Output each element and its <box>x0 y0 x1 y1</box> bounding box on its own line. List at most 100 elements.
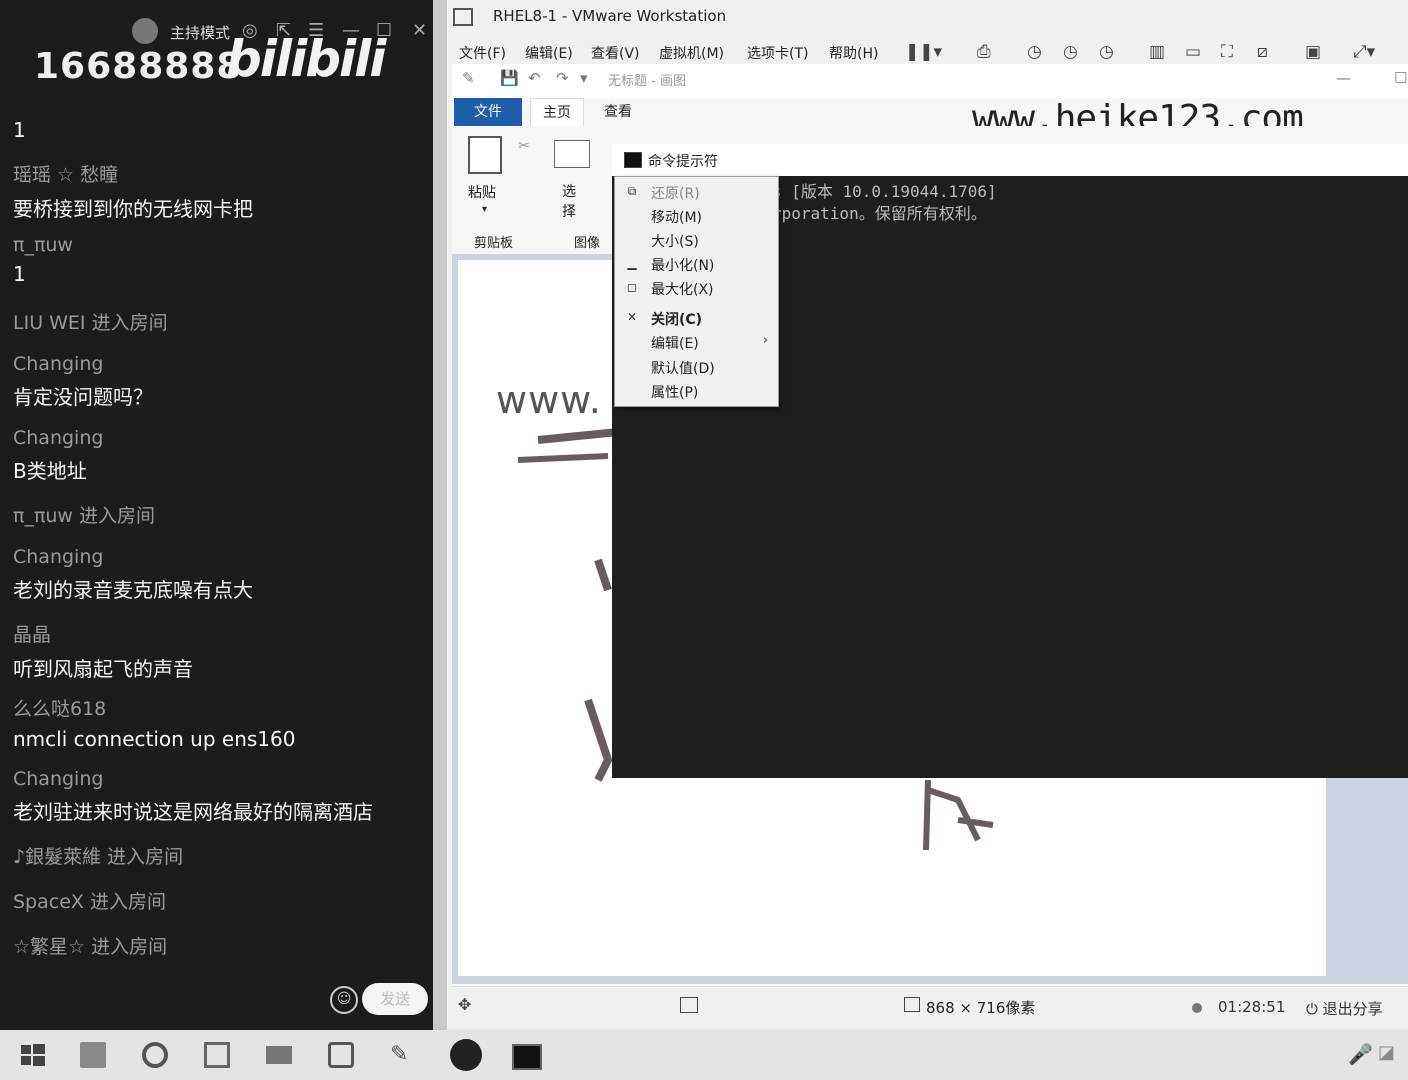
message-user[interactable]: Changing <box>13 546 253 568</box>
system-context-menu: ⧉ 还原(R) 移动(M) 大小(S) ▁ 最小化(N) ◻ 最大化(X) ✕ … <box>614 176 779 407</box>
send-keys-icon[interactable]: ⎙ <box>977 42 991 62</box>
tab-home[interactable]: 主页 <box>530 98 584 127</box>
emoji-icon[interactable]: ☺ <box>330 986 358 1014</box>
paste-icon[interactable] <box>468 136 502 174</box>
chat-message: Changing 老刘驻进来时说这是网络最好的隔离酒店 <box>13 768 373 825</box>
redo-icon[interactable]: ↷ <box>556 69 569 87</box>
microphone-icon[interactable]: 🎤 <box>1348 1042 1374 1068</box>
console-icon[interactable]: ▣ <box>1305 42 1321 62</box>
share-timer: 01:28:51 <box>1218 998 1286 1016</box>
chat-message: 么么哒618 nmcli connection up ens160 <box>13 694 295 751</box>
send-button[interactable]: 发送 <box>362 983 428 1015</box>
undo-icon[interactable]: ↶ <box>528 69 541 87</box>
canvas-text: www. <box>496 378 602 422</box>
exit-share-button[interactable]: ⏻ 退出分享 <box>1306 998 1383 1019</box>
menu-item-edit[interactable]: 编辑(E) › <box>615 331 778 353</box>
menu-tabs[interactable]: 选项卡(T) <box>747 43 808 63</box>
stretch-icon[interactable]: ⤢▾ <box>1353 42 1375 62</box>
menu-item-close[interactable]: ✕ 关闭(C) <box>615 307 778 329</box>
tab-file[interactable]: 文件 <box>454 98 522 126</box>
chat-message: 1 <box>13 112 26 142</box>
cmd-titlebar[interactable]: 命令提示符 <box>612 144 1408 176</box>
menu-item-minimize[interactable]: ▁ 最小化(N) <box>615 253 778 275</box>
paint-app-icon: ✎ <box>462 69 475 87</box>
message-user[interactable]: 么么哒618 <box>13 694 295 721</box>
close-icon: ✕ <box>626 310 638 324</box>
message-user: LIU WEI 进入房间 <box>13 312 168 334</box>
file-explorer-icon[interactable] <box>80 1042 106 1068</box>
obs-icon[interactable] <box>450 1039 482 1071</box>
message-user[interactable]: Changing <box>13 427 103 449</box>
minimize-icon[interactable]: — <box>1336 69 1351 87</box>
chevron-down-icon[interactable]: ▾ <box>482 204 487 215</box>
menu-item-restore[interactable]: ⧉ 还原(R) <box>615 181 778 203</box>
menu-item-maximize[interactable]: ◻ 最大化(X) <box>615 277 778 299</box>
cmd-title: 命令提示符 <box>648 154 718 170</box>
snapshot-icon[interactable]: ◷ <box>1027 42 1042 62</box>
selection-icon <box>680 997 698 1013</box>
remote-desktop-icon[interactable] <box>266 1046 292 1064</box>
browser-icon[interactable] <box>142 1042 168 1068</box>
message-user: π_πuw 进入房间 <box>13 505 155 527</box>
window-border <box>433 0 447 1030</box>
paint-taskbar-icon[interactable]: ✎ <box>390 1042 416 1068</box>
menu-file[interactable]: 文件(F) <box>459 43 506 63</box>
windows-start-icon[interactable] <box>20 1042 46 1068</box>
message-text: 老刘的录音麦克底噪有点大 <box>13 578 253 602</box>
menu-edit[interactable]: 编辑(E) <box>525 43 573 63</box>
message-text: B类地址 <box>13 459 87 483</box>
message-text: nmcli connection up ens160 <box>13 727 296 751</box>
chat-enter-notice: π_πuw 进入房间 <box>13 501 155 528</box>
host-mode-label[interactable]: 主持模式 <box>170 22 230 43</box>
menu-help[interactable]: 帮助(H) <box>829 43 878 63</box>
paste-button[interactable]: 粘贴 <box>468 182 496 202</box>
tab-view[interactable]: 查看 <box>598 98 638 126</box>
message-user[interactable]: π_πuw <box>13 234 73 256</box>
cmd-taskbar-icon[interactable] <box>512 1044 542 1070</box>
pause-icon[interactable]: ❚❚▾ <box>905 42 942 62</box>
cut-icon[interactable]: ✂ <box>518 138 530 154</box>
message-user: ☆繁星☆ 进入房间 <box>13 936 168 958</box>
chevron-right-icon: › <box>762 333 768 348</box>
unity-icon[interactable]: ⧄ <box>1257 42 1268 62</box>
chat-message: 瑶瑶 ☆ 愁瞳 要桥接到到你的无线网卡把 <box>13 160 253 222</box>
snapshot-restore-icon[interactable]: ◷ <box>1063 42 1078 62</box>
move-icon: ✥ <box>458 995 472 1014</box>
menu-item-move[interactable]: 移动(M) <box>615 205 778 227</box>
library-icon[interactable]: ▥ <box>1149 42 1165 62</box>
chat-topbar: 主持模式 ◎ ⇱ ☰ — ☐ ✕ 16688888 bilibili <box>0 0 433 100</box>
save-icon[interactable]: 💾 <box>500 69 519 87</box>
maximize-icon[interactable]: ☐ <box>1394 69 1407 87</box>
snapshot-manager-icon[interactable]: ◷ <box>1099 42 1114 62</box>
avatar[interactable] <box>132 18 158 44</box>
message-user[interactable]: Changing <box>13 353 153 375</box>
menu-item-defaults[interactable]: 默认值(D) <box>615 356 778 378</box>
customize-icon[interactable]: ▾ <box>580 69 588 87</box>
vmware-taskbar-icon[interactable] <box>204 1042 230 1068</box>
message-text: 老刘驻进来时说这是网络最好的隔离酒店 <box>13 800 373 824</box>
close-icon[interactable]: ✕ <box>412 20 427 41</box>
thumbnail-icon[interactable]: ▭ <box>1185 42 1201 62</box>
menu-item-properties[interactable]: 属性(P) <box>615 380 778 402</box>
message-user[interactable]: 晶晶 <box>13 620 193 647</box>
app-icon[interactable] <box>328 1042 354 1068</box>
canvas-dimensions: 868 × 716像素 <box>926 999 1036 1017</box>
select-icon[interactable] <box>554 140 590 168</box>
paint-title: 无标题 - 画图 <box>608 74 686 89</box>
maximize-icon: ◻ <box>627 280 637 294</box>
select-button[interactable]: 选择 <box>562 182 576 222</box>
notification-icon[interactable]: ◪ <box>1378 1042 1404 1068</box>
menu-view[interactable]: 查看(V) <box>591 43 640 63</box>
message-user[interactable]: Changing <box>13 768 373 790</box>
menu-vm[interactable]: 虚拟机(M) <box>659 43 724 63</box>
chat-message: Changing 老刘的录音麦克底噪有点大 <box>13 546 253 603</box>
message-user[interactable]: 瑶瑶 ☆ 愁瞳 <box>13 160 253 187</box>
chat-enter-notice: SpaceX 进入房间 <box>13 887 166 914</box>
vmware-app-icon <box>453 8 473 26</box>
message-text: 要桥接到到你的无线网卡把 <box>13 197 253 221</box>
menu-item-size[interactable]: 大小(S) <box>615 229 778 251</box>
bilibili-logo: bilibili <box>226 30 386 88</box>
fullscreen-icon[interactable]: ⛶ <box>1221 42 1233 62</box>
cmd-icon[interactable] <box>624 152 642 168</box>
message-text: 肯定没问题吗？ <box>13 385 153 409</box>
